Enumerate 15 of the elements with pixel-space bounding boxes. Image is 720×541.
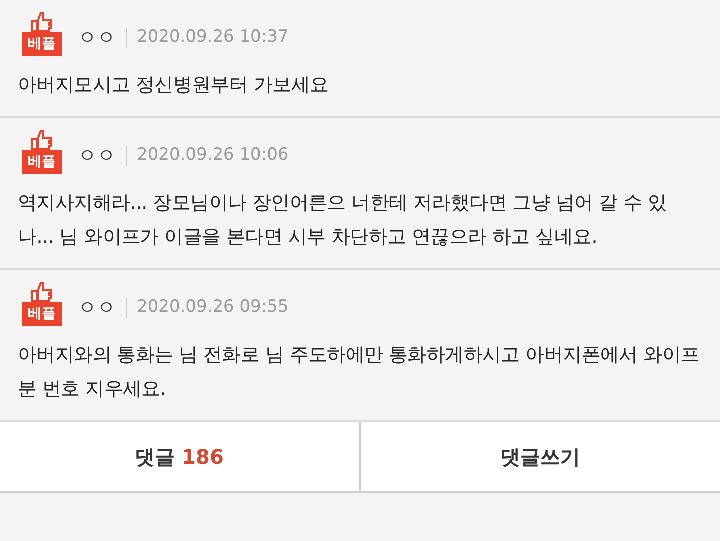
comment-time: 2020.09.26 10:06 (137, 144, 289, 167)
comment-text: 아버지와의 통화는 님 전화로 님 주도하에만 통화하게하시고 아버지폰에서 와이프분 번호 지우세요. (18, 343, 701, 402)
comment-text: 아버지모시고 정신병원부터 가보세요 (18, 73, 330, 98)
author-name: ㅇㅇ (78, 144, 116, 168)
thumbs-up-icon (30, 12, 54, 32)
author-name: ㅇㅇ (78, 296, 116, 320)
thumbs-up-icon (30, 130, 54, 150)
thumbs-up-icon (30, 282, 54, 302)
best-reply-badge: 베플 (22, 32, 62, 56)
author-name: ㅇㅇ (78, 26, 116, 50)
best-reply-badge: 베플 (22, 150, 62, 174)
comment-text: 역지사지해라... 장모님이나 장인어른으 너한테 저라했다면 그냥 넘어 갈 수 있나... 님 와이프가 이글을 본다면 시부 차단하고 연끊으라 하고 싶네요. (18, 191, 668, 250)
best-reply-badge: 베플 (22, 302, 62, 326)
comment-time: 2020.09.26 09:55 (137, 296, 289, 319)
comment-time: 2020.09.26 10:37 (137, 26, 289, 49)
